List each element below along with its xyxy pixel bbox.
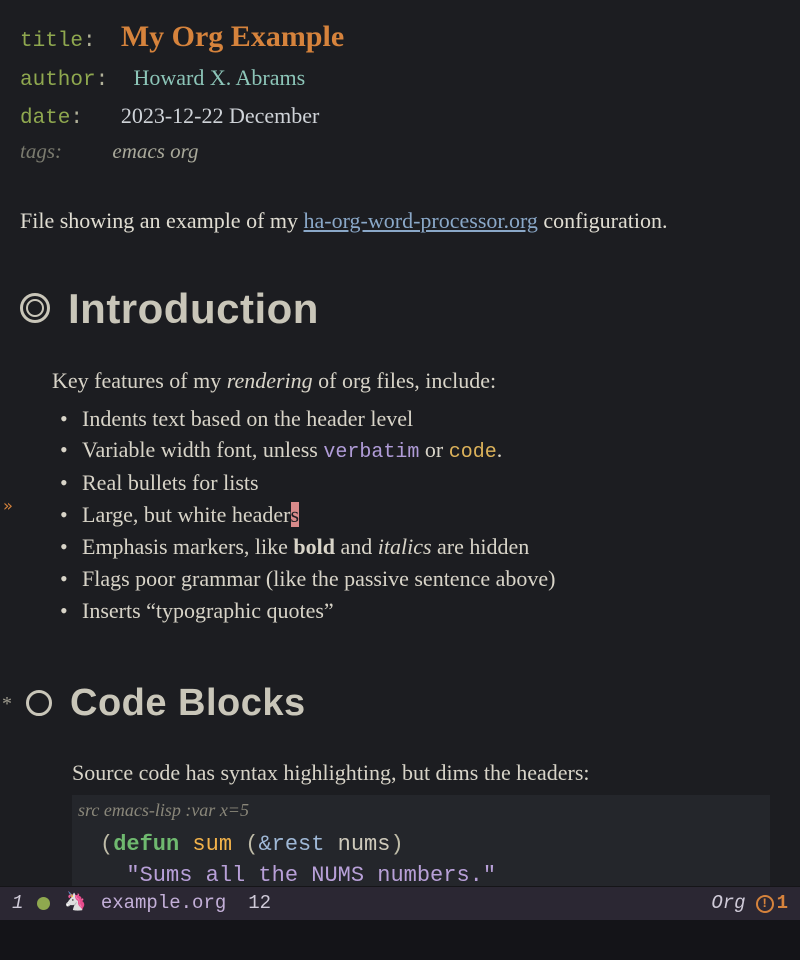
list-item: Inserts “typographic quotes” <box>60 595 780 627</box>
column-number: 12 <box>248 889 271 918</box>
buffer-modified-icon <box>37 897 50 910</box>
document-author: Howard X. Abrams <box>133 65 305 90</box>
list-item: Variable width font, unless verbatim or … <box>60 434 780 467</box>
meta-author-line: author: Howard X. Abrams <box>20 61 780 97</box>
list-item: Indents text based on the header level <box>60 403 780 435</box>
line-number: 1 <box>12 889 23 918</box>
list-item: Emphasis markers, like bold and italics … <box>60 531 780 563</box>
meta-date-line: date: 2023-12-22 December <box>20 99 780 135</box>
text-cursor: s <box>291 502 300 527</box>
heading-introduction: Introduction <box>20 277 780 340</box>
document-tags: emacs org <box>112 139 198 163</box>
intro-paragraph: File showing an example of my ha-org-wor… <box>20 204 780 237</box>
list-item: Real bullets for lists <box>60 467 780 499</box>
mode-line[interactable]: 1 🦄 example.org 12 Org !1 <box>0 886 800 920</box>
meta-title-line: title: My Org Example <box>20 14 780 59</box>
heading-star-marker: * <box>2 689 12 719</box>
heading-text: Introduction <box>68 277 319 340</box>
heading-text: Code Blocks <box>70 675 306 732</box>
src-paragraph: Source code has syntax highlighting, but… <box>72 756 780 789</box>
features-lead: Key features of my rendering of org file… <box>52 364 780 397</box>
buffer-filename[interactable]: example.org <box>101 889 226 918</box>
meta-key-date: date <box>20 107 70 130</box>
code-text: code <box>449 441 497 464</box>
introduction-body: Key features of my rendering of org file… <box>52 364 780 627</box>
meta-tags-line: tags: emacs org <box>20 136 780 170</box>
source-block: src emacs-lisp :var x=5 (defun sum (&res… <box>72 795 770 890</box>
list-item: Flags poor grammar (like the passive sen… <box>60 563 780 595</box>
source-code[interactable]: (defun sum (&rest nums) "Sums all the NU… <box>72 824 770 890</box>
warning-icon: ! <box>756 895 774 913</box>
heading-code-blocks: Code Blocks <box>26 675 780 732</box>
major-mode[interactable]: Org <box>711 889 745 918</box>
meta-key-tags: tags: <box>20 139 62 163</box>
meta-key-title: title <box>20 30 83 53</box>
heading-bullet-icon <box>20 293 50 323</box>
src-begin-line: src emacs-lisp :var x=5 <box>72 797 770 824</box>
unicorn-icon: 🦄 <box>64 890 86 917</box>
flycheck-warning-badge[interactable]: !1 <box>756 889 788 918</box>
fringe-continuation-arrow: » <box>3 494 13 518</box>
verbatim-text: verbatim <box>323 441 419 464</box>
meta-key-author: author <box>20 69 96 92</box>
config-file-link[interactable]: ha-org-word-processor.org <box>304 208 538 233</box>
document-title: My Org Example <box>121 20 344 53</box>
features-list: Indents text based on the header level V… <box>60 403 780 627</box>
buffer-area[interactable]: title: My Org Example author: Howard X. … <box>0 0 800 890</box>
heading-bullet-icon <box>26 690 52 716</box>
document-date: 2023-12-22 December <box>121 103 320 128</box>
minibuffer[interactable] <box>0 920 800 960</box>
list-item: Large, but white headers <box>60 499 780 531</box>
